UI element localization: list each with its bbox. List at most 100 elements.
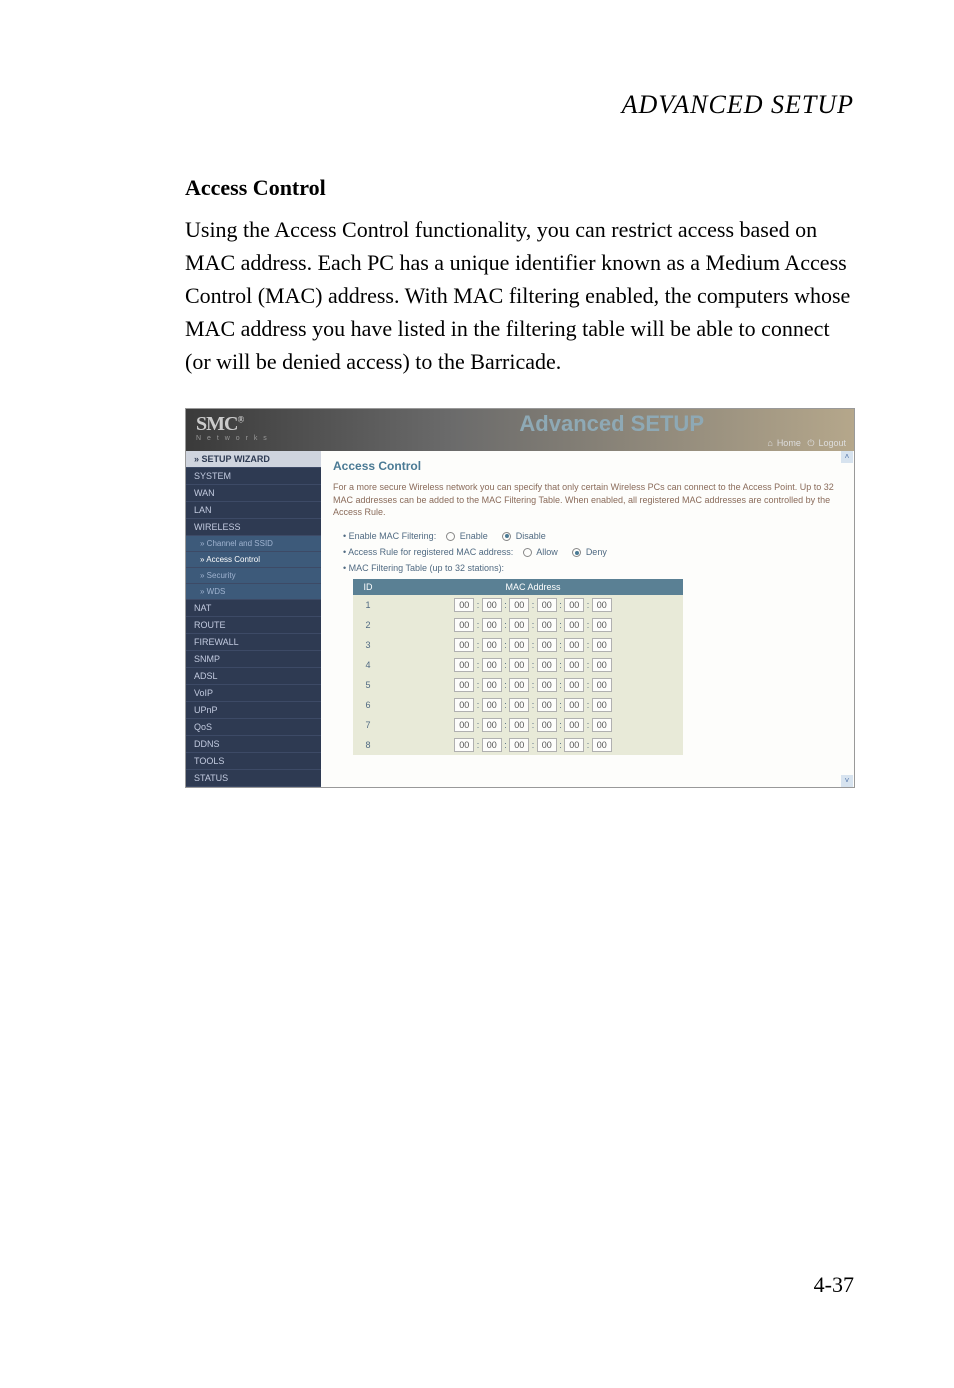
content-description: For a more secure Wireless network you c…: [333, 481, 842, 519]
mac-octet-input[interactable]: [454, 678, 474, 692]
sidebar-item[interactable]: » SETUP WIZARD: [186, 451, 321, 468]
logout-icon: ⏻: [807, 438, 814, 448]
mac-octet-input[interactable]: [454, 658, 474, 672]
mac-octet-input[interactable]: [537, 738, 557, 752]
sidebar-item[interactable]: » WDS: [186, 584, 321, 600]
mac-octet-input[interactable]: [482, 738, 502, 752]
colon-separator: :: [557, 680, 565, 690]
sidebar-nav: » SETUP WIZARDSYSTEMWANLANWIRELESS» Chan…: [186, 451, 321, 787]
enable-mac-label: Enable MAC Filtering:: [349, 531, 437, 541]
mac-octet-input[interactable]: [482, 698, 502, 712]
mac-octet-input[interactable]: [592, 658, 612, 672]
sidebar-item[interactable]: NAT: [186, 600, 321, 617]
allow-option-label: Allow: [536, 547, 558, 557]
colon-separator: :: [584, 680, 592, 690]
mac-octet-input[interactable]: [482, 638, 502, 652]
mac-octet-input[interactable]: [592, 718, 612, 732]
mac-octet-input[interactable]: [537, 678, 557, 692]
sidebar-item[interactable]: » Channel and SSID: [186, 536, 321, 552]
mac-octet-input[interactable]: [509, 638, 529, 652]
mac-octet-input[interactable]: [537, 618, 557, 632]
row-mac-cell: : : : : :: [383, 655, 683, 675]
sidebar-item[interactable]: » Access Control: [186, 552, 321, 568]
sidebar-item[interactable]: WIRELESS: [186, 519, 321, 536]
mac-octet-input[interactable]: [537, 718, 557, 732]
sidebar-item[interactable]: ADSL: [186, 668, 321, 685]
mac-octet-input[interactable]: [509, 678, 529, 692]
mac-octet-input[interactable]: [564, 698, 584, 712]
sidebar-item[interactable]: DDNS: [186, 736, 321, 753]
sidebar-item[interactable]: LAN: [186, 502, 321, 519]
row-id-cell: 5: [353, 675, 383, 695]
mac-octet-input[interactable]: [592, 598, 612, 612]
mac-octet-input[interactable]: [592, 678, 612, 692]
colon-separator: :: [557, 600, 565, 610]
sidebar-item[interactable]: UPnP: [186, 702, 321, 719]
mac-octet-input[interactable]: [537, 638, 557, 652]
mac-octet-input[interactable]: [509, 718, 529, 732]
mac-octet-input[interactable]: [537, 658, 557, 672]
allow-radio[interactable]: [523, 548, 532, 557]
enable-radio[interactable]: [446, 532, 455, 541]
mac-octet-input[interactable]: [564, 718, 584, 732]
sidebar-item[interactable]: ROUTE: [186, 617, 321, 634]
mac-table-label: MAC Filtering Table (up to 32 stations):: [349, 563, 504, 573]
deny-radio[interactable]: [572, 548, 581, 557]
colon-separator: :: [502, 660, 510, 670]
mac-octet-input[interactable]: [509, 738, 529, 752]
mac-octet-input[interactable]: [564, 678, 584, 692]
sidebar-item[interactable]: WAN: [186, 485, 321, 502]
mac-octet-input[interactable]: [592, 738, 612, 752]
colon-separator: :: [584, 700, 592, 710]
mac-octet-input[interactable]: [592, 638, 612, 652]
mac-octet-input[interactable]: [509, 598, 529, 612]
mac-octet-input[interactable]: [509, 658, 529, 672]
colon-separator: :: [502, 640, 510, 650]
router-screenshot: SMC® N e t w o r k s Advanced SETUP ⌂Hom…: [185, 408, 855, 788]
mac-octet-input[interactable]: [482, 658, 502, 672]
mac-octet-input[interactable]: [564, 618, 584, 632]
mac-octet-input[interactable]: [482, 618, 502, 632]
mac-octet-input[interactable]: [564, 638, 584, 652]
sidebar-item[interactable]: TOOLS: [186, 753, 321, 770]
colon-separator: :: [584, 720, 592, 730]
body-paragraph: Using the Access Control functionality, …: [185, 213, 854, 378]
scroll-up-icon[interactable]: ˄: [841, 451, 853, 463]
mac-octet-input[interactable]: [454, 638, 474, 652]
table-header-id: ID: [353, 579, 383, 595]
row-mac-cell: : : : : :: [383, 615, 683, 635]
mac-octet-input[interactable]: [454, 598, 474, 612]
colon-separator: :: [502, 680, 510, 690]
sidebar-item[interactable]: STATUS: [186, 770, 321, 787]
mac-octet-input[interactable]: [564, 738, 584, 752]
mac-octet-input[interactable]: [482, 718, 502, 732]
mac-octet-input[interactable]: [564, 598, 584, 612]
disable-radio[interactable]: [502, 532, 511, 541]
enable-mac-filtering-row: • Enable MAC Filtering: Enable Disable: [343, 531, 842, 541]
mac-octet-input[interactable]: [454, 738, 474, 752]
sidebar-item[interactable]: SNMP: [186, 651, 321, 668]
mac-octet-input[interactable]: [509, 698, 529, 712]
mac-octet-input[interactable]: [482, 678, 502, 692]
colon-separator: :: [529, 740, 537, 750]
mac-octet-input[interactable]: [592, 698, 612, 712]
sidebar-item[interactable]: SYSTEM: [186, 468, 321, 485]
sidebar-item[interactable]: QoS: [186, 719, 321, 736]
colon-separator: :: [502, 720, 510, 730]
mac-octet-input[interactable]: [537, 698, 557, 712]
mac-octet-input[interactable]: [454, 698, 474, 712]
mac-octet-input[interactable]: [454, 718, 474, 732]
mac-octet-input[interactable]: [537, 598, 557, 612]
mac-octet-input[interactable]: [454, 618, 474, 632]
top-nav: ⌂Home ⏻Logout: [763, 438, 846, 449]
scroll-down-icon[interactable]: ˅: [841, 775, 853, 787]
sidebar-item[interactable]: » Security: [186, 568, 321, 584]
logout-link[interactable]: Logout: [818, 438, 846, 448]
mac-octet-input[interactable]: [482, 598, 502, 612]
home-link[interactable]: Home: [777, 438, 801, 448]
sidebar-item[interactable]: FIREWALL: [186, 634, 321, 651]
sidebar-item[interactable]: VoIP: [186, 685, 321, 702]
mac-octet-input[interactable]: [564, 658, 584, 672]
mac-octet-input[interactable]: [592, 618, 612, 632]
mac-octet-input[interactable]: [509, 618, 529, 632]
